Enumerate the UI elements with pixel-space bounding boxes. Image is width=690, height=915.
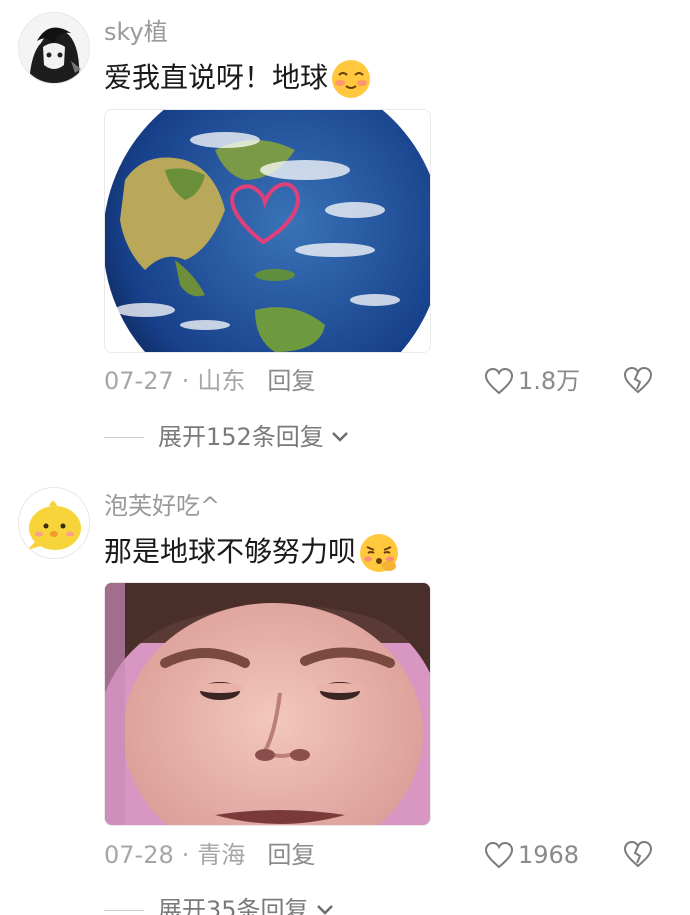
dislike-button[interactable] <box>622 839 654 869</box>
expand-replies-label: 展开152条回复 <box>158 423 324 451</box>
comment-text-content: 那是地球不够努力呗 <box>104 535 357 568</box>
comment-location: 山东 <box>197 367 246 395</box>
shy-smile-emoji <box>330 58 372 100</box>
avatar[interactable] <box>18 487 90 559</box>
reply-button[interactable]: 回复 <box>267 367 315 395</box>
face-closeup-image[interactable] <box>104 582 431 826</box>
broken-heart-icon <box>623 366 653 394</box>
chevron-down-icon <box>316 905 333 915</box>
chevron-down-icon <box>331 432 348 442</box>
username[interactable]: 泡芙好吃^ <box>104 492 220 520</box>
like-button[interactable]: 1.8万 <box>484 366 580 396</box>
comment-list: sky植 爱我直说呀！地球 07-27 · 山东 回复 1.8万 展开152条回… <box>0 0 690 915</box>
comment-date: 07-27 <box>104 367 174 395</box>
separator-dot: · <box>181 841 190 869</box>
like-button[interactable]: 1968 <box>484 840 579 870</box>
broken-heart-icon <box>623 840 653 868</box>
expand-replies-button[interactable]: 展开35条回复 <box>104 895 335 915</box>
reply-button[interactable]: 回复 <box>267 841 315 869</box>
comment-meta: 07-27 · 山东 回复 <box>104 366 315 396</box>
divider-line <box>104 909 144 911</box>
pouting-kiss-emoji <box>358 532 400 574</box>
heart-outline-icon <box>484 367 514 395</box>
comment-meta: 07-28 · 青海 回复 <box>104 840 315 870</box>
comment-text: 爱我直说呀！地球 <box>104 58 372 100</box>
earth-with-heart-image[interactable] <box>104 109 431 353</box>
comment-text-content: 爱我直说呀！地球 <box>104 61 329 94</box>
comment-location: 青海 <box>197 841 246 869</box>
dislike-button[interactable] <box>622 365 654 395</box>
like-count: 1968 <box>518 841 580 869</box>
expand-replies-button[interactable]: 展开152条回复 <box>104 422 350 452</box>
like-count: 1.8万 <box>518 367 581 395</box>
avatar[interactable] <box>18 12 90 84</box>
divider-line <box>104 436 144 438</box>
heart-outline-icon <box>484 841 514 869</box>
username[interactable]: sky植 <box>104 18 168 46</box>
comment-text: 那是地球不够努力呗 <box>104 532 400 574</box>
expand-replies-label: 展开35条回复 <box>158 896 309 915</box>
separator-dot: · <box>181 367 190 395</box>
comment-date: 07-28 <box>104 841 174 869</box>
